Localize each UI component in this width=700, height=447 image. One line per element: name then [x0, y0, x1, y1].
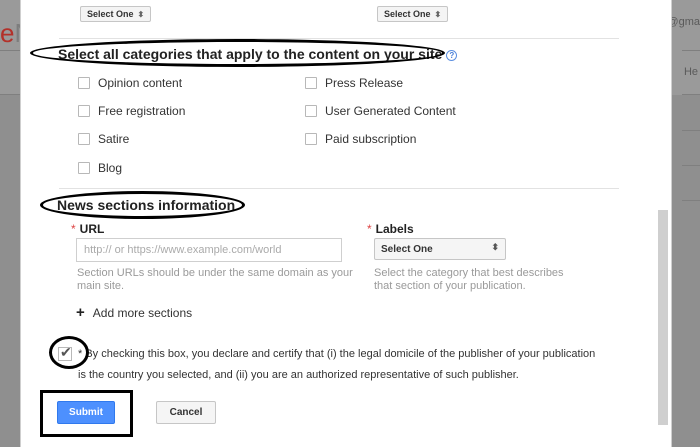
category-user-generated-content[interactable]: User Generated Content	[305, 104, 456, 118]
add-more-sections-link[interactable]: + Add more sections	[76, 304, 192, 321]
checkbox[interactable]	[305, 105, 317, 117]
help-icon[interactable]: ?	[446, 50, 458, 61]
section-url-input[interactable]	[76, 238, 342, 262]
chevron-updown-icon: ⬍	[137, 10, 145, 19]
checkbox[interactable]	[305, 133, 317, 145]
news-settings-dialog: Select One ⬍ Select One ⬍ Select all categ…	[20, 0, 672, 447]
checkbox[interactable]	[78, 105, 90, 117]
background-divider	[682, 200, 700, 201]
chevron-updown-icon: ⬍	[491, 242, 499, 252]
checkbox[interactable]	[78, 162, 90, 174]
divider	[59, 38, 619, 39]
category-satire[interactable]: Satire	[78, 132, 129, 146]
category-free-registration[interactable]: Free registration	[78, 104, 185, 118]
background-divider	[0, 94, 20, 95]
checkbox[interactable]	[78, 133, 90, 145]
background-divider	[0, 50, 20, 51]
divider	[59, 188, 619, 189]
annotation-oval-categories	[30, 39, 445, 67]
dialog-scrollbar[interactable]	[658, 210, 668, 425]
category-press-release[interactable]: Press Release	[305, 76, 403, 90]
certify-text: * By checking this box, you declare and …	[78, 348, 596, 381]
annotation-oval-checkbox	[49, 336, 89, 369]
category-paid-subscription[interactable]: Paid subscription	[305, 132, 416, 146]
background-help-label: He	[683, 66, 698, 78]
category-opinion-content[interactable]: Opinion content	[78, 76, 182, 90]
cancel-button[interactable]: Cancel	[156, 401, 216, 424]
background-divider	[682, 165, 700, 166]
annotation-oval-news-sections	[40, 191, 245, 219]
top-left-select[interactable]: Select One ⬍	[80, 6, 152, 22]
checkbox[interactable]	[305, 77, 317, 89]
category-blog[interactable]: Blog	[78, 161, 122, 175]
chevron-updown-icon: ⬍	[434, 10, 442, 19]
top-right-select[interactable]: Select One ⬍	[377, 6, 449, 22]
background-divider	[682, 130, 700, 131]
annotation-rect-submit	[40, 390, 133, 437]
background-divider	[682, 94, 700, 95]
background-divider	[682, 50, 700, 51]
checkbox[interactable]	[78, 77, 90, 89]
url-hint: Section URLs should be under the same do…	[77, 267, 353, 292]
labels-hint: Select the category that best describes …	[374, 267, 564, 292]
url-label: * URL	[71, 222, 105, 236]
labels-select[interactable]: Select One ⬍	[374, 238, 506, 260]
plus-icon: +	[76, 304, 85, 321]
labels-label: * Labels	[367, 222, 414, 236]
